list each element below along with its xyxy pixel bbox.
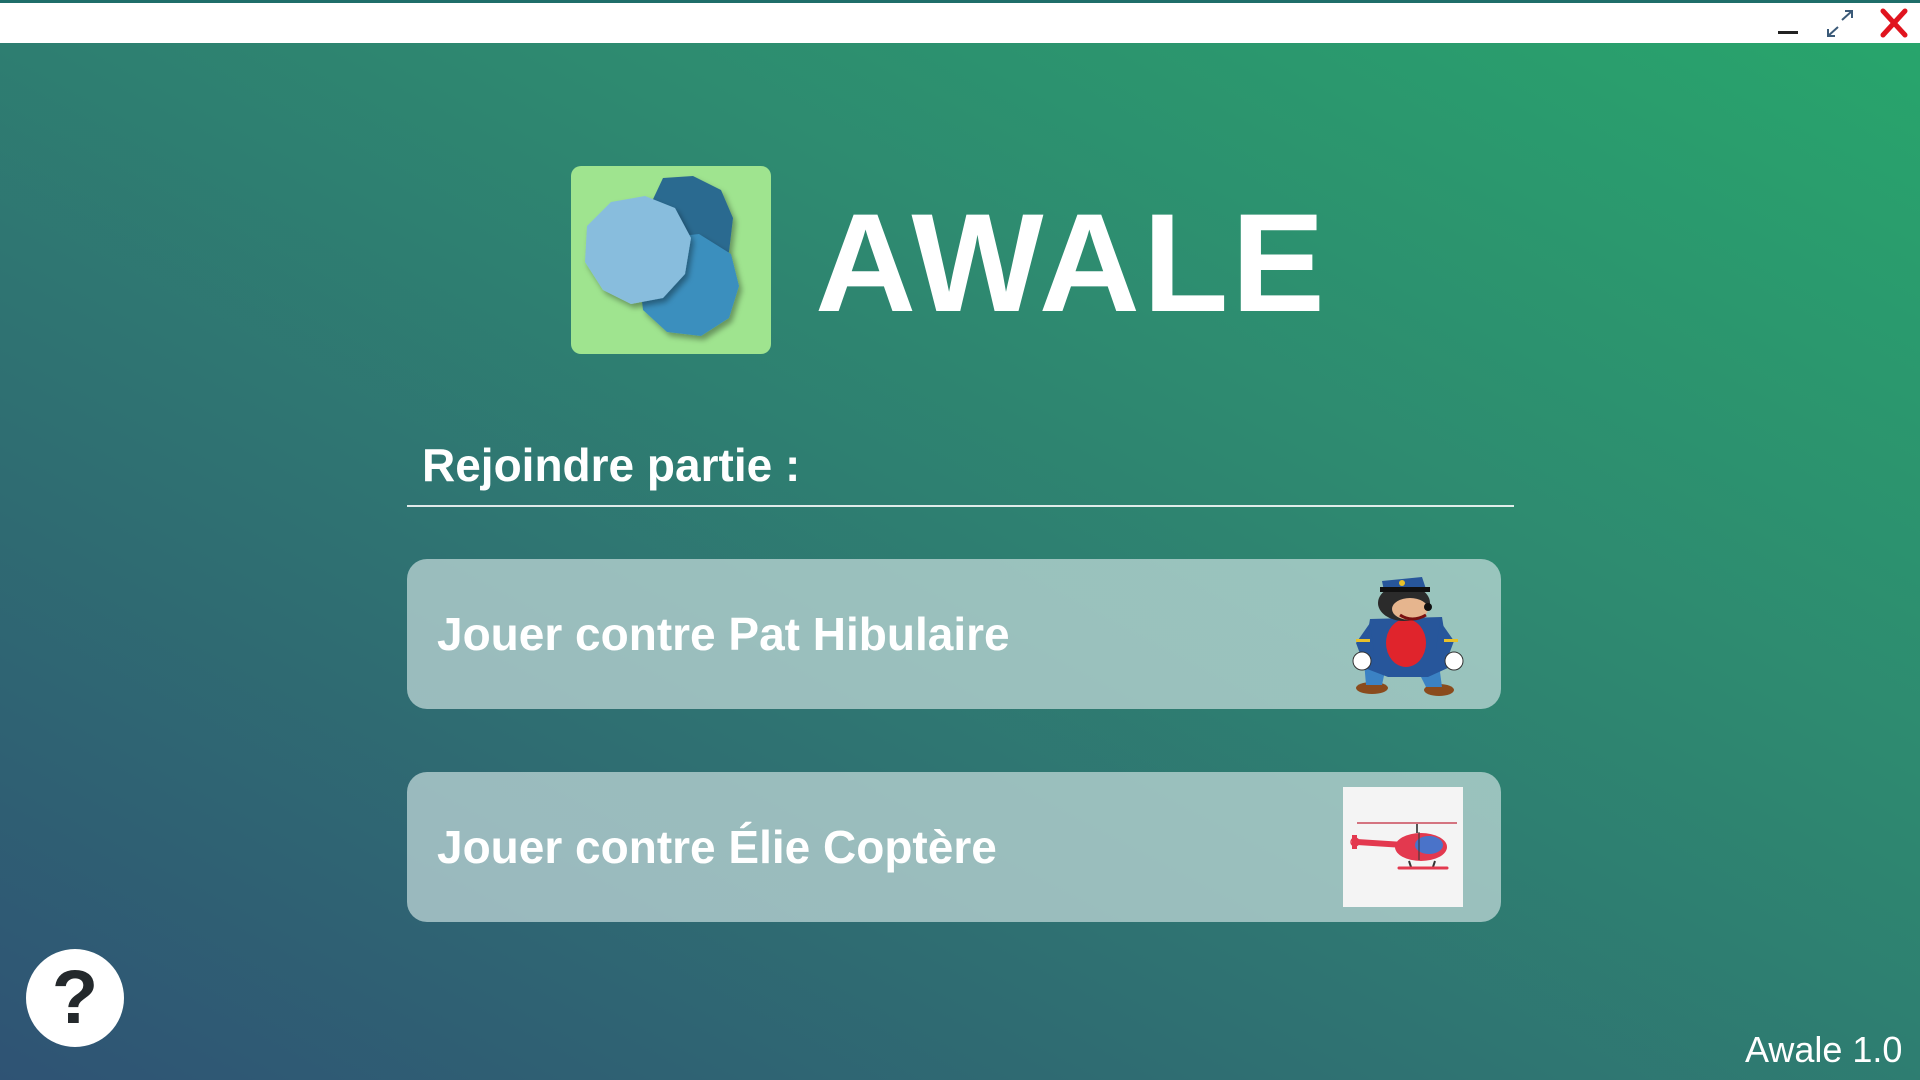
help-button[interactable]: ?: [26, 949, 124, 1047]
minimize-button[interactable]: [1769, 7, 1809, 41]
close-button[interactable]: [1875, 7, 1915, 41]
app-logo: [571, 166, 771, 354]
play-vs-elie-coptere-button[interactable]: Jouer contre Élie Coptère: [407, 772, 1501, 922]
version-label: Awale 1.0: [1745, 1029, 1903, 1070]
opponent-label: Jouer contre Pat Hibulaire: [437, 608, 1010, 660]
play-vs-pat-hibulaire-button[interactable]: Jouer contre Pat Hibulaire: [407, 559, 1501, 709]
pat-hibulaire-avatar-icon: [1352, 577, 1464, 696]
minimize-icon: [1778, 31, 1798, 34]
app-title: AWALE: [815, 184, 1328, 341]
question-mark-icon: ?: [51, 955, 99, 1040]
maximize-icon: [1827, 10, 1853, 37]
section-divider: [407, 505, 1514, 507]
maximize-button[interactable]: [1820, 7, 1860, 41]
helicopter-avatar-icon: [1350, 822, 1457, 870]
helicopter-avatar: [1343, 787, 1463, 907]
title-bar: [0, 0, 1920, 43]
main-screen: AWALE Rejoindre partie : Jouer contre Pa…: [0, 43, 1920, 1080]
close-icon: [1880, 8, 1908, 38]
opponent-label: Jouer contre Élie Coptère: [437, 821, 997, 873]
join-section-label: Rejoindre partie :: [422, 439, 801, 491]
app-window: AWALE Rejoindre partie : Jouer contre Pa…: [0, 0, 1920, 1080]
